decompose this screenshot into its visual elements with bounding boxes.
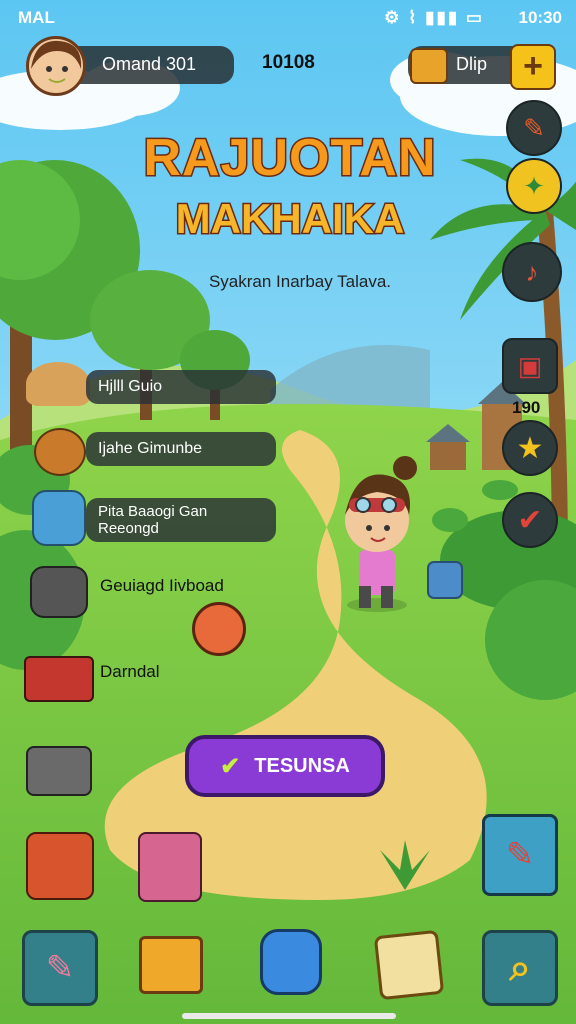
robot-icon [260,929,322,995]
box-button[interactable] [136,930,206,1000]
add-currency-button[interactable]: + [510,44,556,90]
start-button-label: TESUNSA [254,754,350,777]
game-title-line2: MAKHAIKA [174,194,406,244]
map-button[interactable] [373,929,445,1001]
currency-label: Dlip [456,54,488,74]
bag-icon[interactable] [138,832,202,902]
clock-label: 10:30 [518,8,562,27]
backpack-icon: ▣ [517,350,543,381]
machine-icon [32,490,86,546]
map-card-button[interactable]: ✎ [482,814,558,896]
cart-icon [24,656,94,702]
hat-icon [26,362,90,406]
magnifier-icon: ⌕ [509,946,531,989]
game-title-line1: RAJUOTAN [142,128,437,189]
menu-item-label: Ijahe Gimunbe [86,432,276,466]
robot-button[interactable] [254,924,328,1000]
pencil-button[interactable]: ✎ [22,930,98,1006]
menu-item-label: Hjlll Guio [86,370,276,404]
trumpet-button[interactable]: ♪ [502,242,562,302]
compass-icon: ✦ [523,170,545,201]
menu-item-label: Pita Baaogi Gan Reeongd [86,498,276,542]
star-icon: ★ [516,431,544,465]
hammer-icon: ✎ [523,112,545,143]
gold-chest-icon [410,48,448,84]
map-icon [373,929,445,1001]
trumpet-icon: ♪ [525,256,539,287]
player-name: Omand 301 [102,54,197,74]
game-subtitle: Syakran Inarbay Talava. [208,272,392,291]
tools-icon [34,428,86,476]
home-indicator[interactable] [182,1013,396,1019]
battery-pack-icon[interactable] [26,746,92,796]
player-avatar[interactable] [26,36,86,96]
search-button[interactable]: ⌕ [482,930,558,1006]
pencil-icon: ✎ [45,949,75,987]
check-icon: ✔ [220,752,241,780]
side-counter: 190 [512,398,541,417]
game-scene: MAL ⚙ ⌇ ▮▮▮ ▭ 10:30 Omand 301 10108 Dlip… [0,0,576,1024]
crossed-tools-icon[interactable] [26,832,94,900]
radio-icon [30,566,88,618]
signal-icons: ⚙ ⌇ ▮▮▮ ▭ [384,8,484,27]
backpack-button[interactable]: ▣ [502,338,558,394]
status-bar: MAL ⚙ ⌇ ▮▮▮ ▭ 10:30 [0,0,576,34]
compass-button[interactable]: ✦ [506,158,562,214]
carrier-label: MAL [18,8,55,27]
hammer-button[interactable]: ✎ [506,100,562,156]
checkmark-icon: ✔ [517,503,543,537]
menu-item-label: Geuiagd Iivboad [100,576,224,595]
star-button[interactable]: ★ [502,420,558,476]
avatar-face-icon [31,40,82,83]
map-card-icon: ✎ [505,836,535,874]
checkmark-button[interactable]: ✔ [502,492,558,548]
start-button[interactable]: ✔ TESUNSA [185,735,385,797]
score-value: 10108 [262,52,315,73]
box-icon [139,936,203,994]
menu-item-label: Darndal [100,662,160,681]
compass-prop-icon[interactable] [192,602,246,656]
